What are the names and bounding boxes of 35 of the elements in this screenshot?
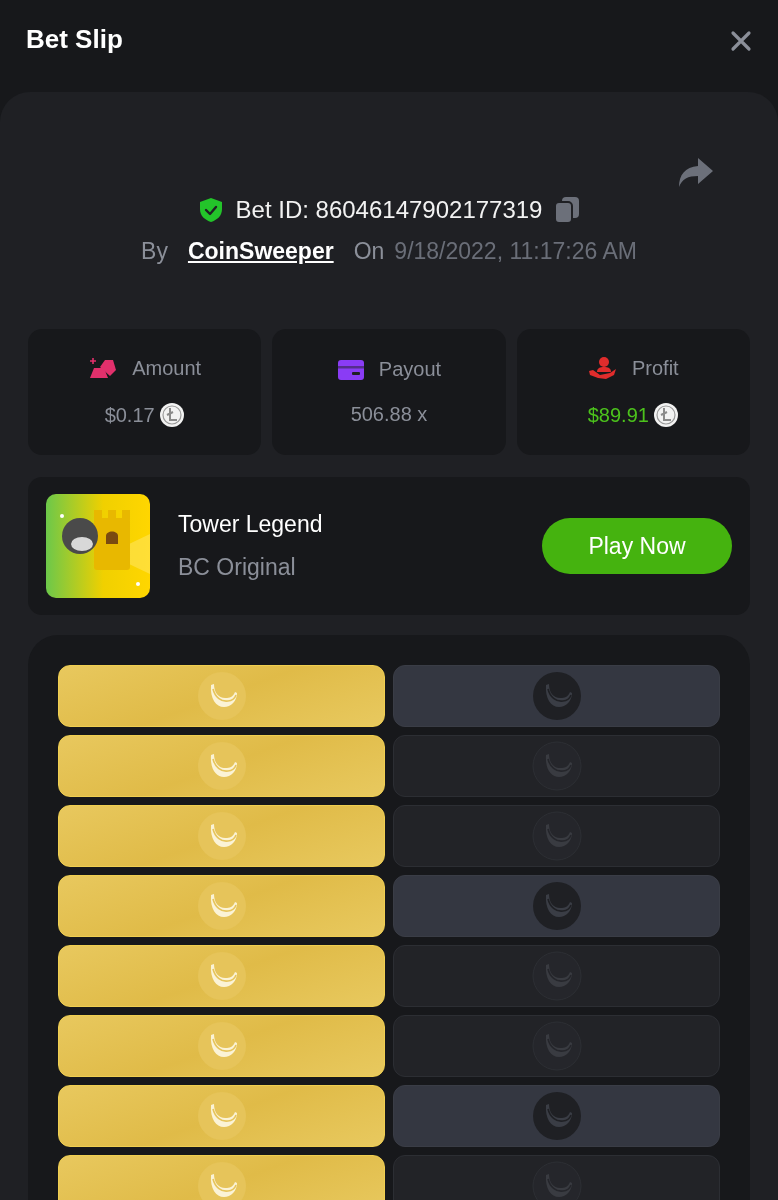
banana-icon [196,951,247,1001]
by-label: By [141,238,168,265]
banana-icon [196,1091,247,1141]
copy-icon[interactable] [554,196,581,224]
banana-icon [196,881,247,931]
bet-datetime: 9/18/2022, 11:17:26 AM [394,238,637,265]
banana-icon [196,811,247,861]
dialog-title: Bet Slip [26,24,123,55]
banana-icon [531,1091,582,1141]
bars-icon [88,356,119,380]
banana-icon [531,881,582,931]
stat-label: Profit [631,356,679,380]
stat-value: $0.17 [104,403,155,427]
shield-check-icon [197,197,224,223]
game-title: Tower Legend [178,511,324,538]
banana-icon [531,741,582,791]
banana-icon [531,1021,582,1071]
game-subtitle: BC Original [178,554,297,581]
share-icon[interactable] [678,156,714,188]
banana-icon [531,811,582,861]
stat-label: Amount [132,356,202,380]
stat-value: 506.88 x [350,403,428,426]
hand-person-icon [587,356,618,380]
bet-id: Bet ID: 86046147902177319 [235,196,543,224]
username-link[interactable]: CoinSweeper [187,238,334,265]
banana-icon [531,671,582,721]
banana-icon [531,951,582,1001]
banana-icon [196,671,247,721]
on-label: On [353,238,385,265]
stat-value: $89.91 [587,403,649,427]
close-icon[interactable] [730,30,752,52]
card-icon [336,358,365,381]
banana-icon [196,741,247,791]
banana-icon [196,1021,247,1071]
stat-label: Payout [378,358,442,381]
